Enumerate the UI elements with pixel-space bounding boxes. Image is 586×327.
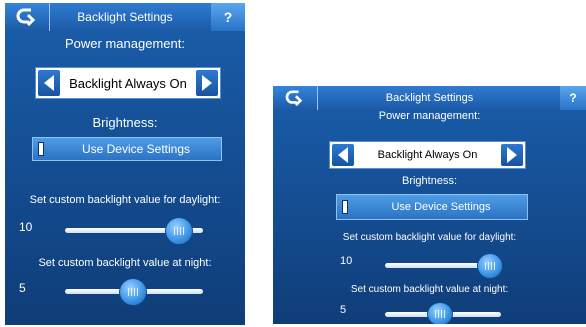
next-option-button[interactable] [196, 70, 218, 96]
daylight-slider-handle[interactable] [165, 217, 193, 245]
night-label: Set custom backlight value at night: [350, 284, 509, 295]
night-label: Set custom backlight value at night: [38, 257, 212, 269]
use-device-settings-toggle[interactable]: Use Device Settings [32, 137, 222, 161]
left-arrow-icon [44, 75, 54, 91]
page-title: Backlight Settings [77, 10, 173, 24]
night-slider-handle[interactable] [427, 302, 453, 324]
daylight-label: Set custom backlight value for daylight: [29, 194, 221, 206]
title-bar: Backlight Settings ? [5, 3, 245, 31]
left-arrow-icon [338, 147, 348, 163]
night-value: 5 [19, 281, 26, 295]
back-arrow-icon [16, 8, 36, 26]
daylight-value: 10 [340, 255, 353, 267]
brightness-label: Brightness: [401, 175, 458, 187]
daylight-value: 10 [19, 220, 33, 234]
use-device-settings-label: Use Device Settings [391, 201, 491, 213]
grip-icon [174, 227, 184, 235]
daylight-slider-handle[interactable] [477, 253, 503, 279]
previous-option-button[interactable] [38, 70, 60, 96]
toggle-indicator [342, 200, 348, 214]
back-button[interactable] [5, 3, 50, 31]
grip-icon [435, 310, 445, 318]
night-slider-handle[interactable] [119, 278, 147, 306]
right-arrow-icon [507, 147, 517, 163]
next-option-button[interactable] [501, 144, 523, 166]
back-button[interactable] [273, 86, 318, 110]
help-icon: ? [223, 9, 233, 25]
title-bar: Backlight Settings ? [273, 86, 586, 110]
backlight-settings-screen: Backlight Settings ? Power management: B… [5, 3, 245, 325]
page-title: Backlight Settings [385, 92, 474, 104]
power-management-selector: Backlight Always On [35, 67, 221, 99]
daylight-label: Set custom backlight value for daylight: [342, 232, 517, 243]
use-device-settings-toggle[interactable]: Use Device Settings [336, 194, 528, 220]
power-management-value: Backlight Always On [69, 75, 187, 91]
right-arrow-icon [202, 75, 212, 91]
grip-icon [485, 262, 495, 270]
help-button[interactable]: ? [560, 86, 586, 110]
brightness-label: Brightness: [92, 115, 158, 130]
toggle-indicator [38, 142, 44, 156]
backlight-settings-screen: Backlight Settings ? Power management: B… [273, 86, 586, 324]
help-icon: ? [569, 91, 577, 105]
grip-icon [128, 288, 138, 296]
use-device-settings-label: Use Device Settings [81, 142, 191, 156]
power-management-label: Power management: [378, 110, 481, 122]
back-arrow-icon [285, 90, 303, 106]
help-button[interactable]: ? [211, 3, 245, 31]
previous-option-button[interactable] [332, 144, 354, 166]
power-management-selector: Backlight Always On [329, 141, 526, 169]
power-management-value: Backlight Always On [377, 149, 478, 161]
power-management-label: Power management: [65, 36, 185, 51]
night-value: 5 [340, 304, 347, 316]
